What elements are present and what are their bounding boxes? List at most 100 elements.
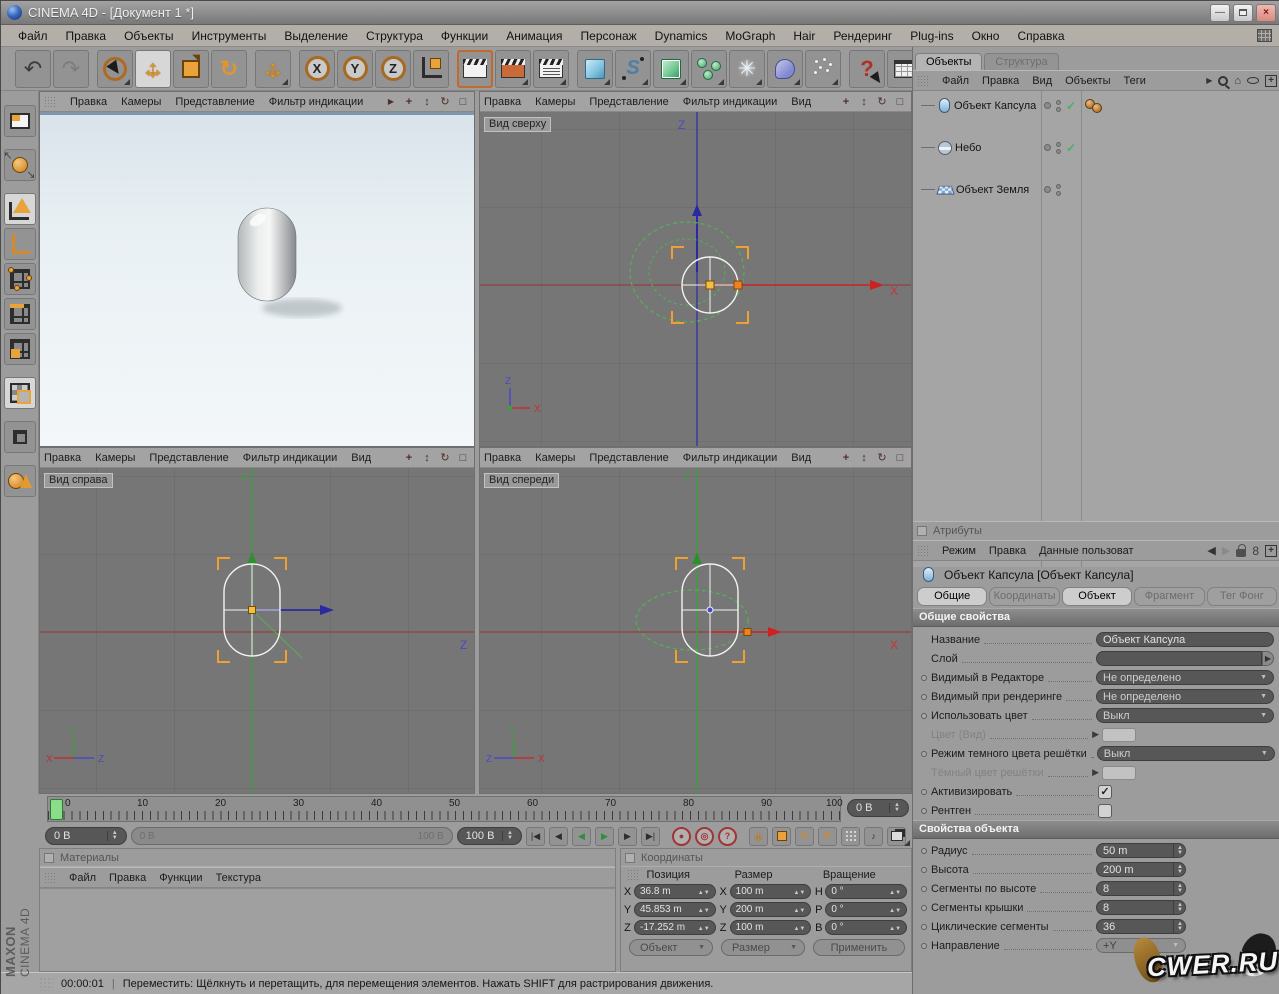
maximize-view-icon[interactable]: □: [456, 452, 470, 464]
range-end-field[interactable]: 100 B: [457, 827, 522, 845]
size-z-input[interactable]: 100 m: [730, 920, 812, 935]
layout-grid-button[interactable]: [4, 105, 36, 137]
height-segments-input[interactable]: 8: [1096, 881, 1186, 896]
rotate-view-icon[interactable]: ↻: [438, 95, 452, 108]
display-color-swatch[interactable]: [1102, 728, 1136, 742]
top-canvas[interactable]: Z X Z X Вид сверху: [480, 112, 911, 446]
keyframe-dot[interactable]: [921, 789, 927, 795]
keyframe-dot[interactable]: [921, 905, 927, 911]
keyframe-dot[interactable]: [921, 675, 927, 681]
materials-menu-file[interactable]: Файл: [69, 872, 96, 884]
autokey-button[interactable]: ◎: [695, 827, 714, 846]
menu-window[interactable]: Окно: [963, 27, 1009, 45]
lock-y-button[interactable]: Y: [337, 50, 373, 88]
particles-button[interactable]: [805, 50, 841, 88]
search-icon[interactable]: [1218, 76, 1228, 86]
lock-z-button[interactable]: Z: [375, 50, 411, 88]
move-handle-center[interactable]: [706, 281, 714, 289]
key-position-toggle[interactable]: ↔↕: [749, 827, 768, 846]
object-row-sky[interactable]: Небо ✓: [913, 137, 1279, 158]
spinner-icon[interactable]: [1173, 882, 1183, 895]
apply-button[interactable]: Применить: [813, 939, 905, 956]
rotate-view-icon[interactable]: ↻: [875, 95, 889, 108]
object-row-floor[interactable]: Объект Земля: [913, 179, 1279, 200]
layout-switch-icon[interactable]: [1257, 29, 1272, 42]
editor-visibility-dot[interactable]: [1056, 100, 1061, 105]
animation-mode-button[interactable]: [4, 465, 36, 497]
vp-menu-display[interactable]: Представление: [589, 452, 668, 464]
expand-arrow-icon[interactable]: ▶: [1092, 767, 1099, 778]
sound-toggle[interactable]: ♪: [864, 827, 883, 846]
render-view-button[interactable]: [457, 50, 493, 88]
attr-menu-mode[interactable]: Режим: [942, 545, 976, 557]
spinner-icon[interactable]: [793, 922, 805, 933]
pan-view-icon[interactable]: +: [402, 96, 416, 108]
spinner-icon[interactable]: [698, 922, 710, 933]
pan-view-icon[interactable]: +: [839, 96, 853, 108]
vp-menu-edit[interactable]: Правка: [70, 96, 107, 108]
live-selection-button[interactable]: [97, 50, 133, 88]
spinner-icon[interactable]: [502, 831, 513, 841]
dark-grid-dropdown[interactable]: Выкл: [1097, 746, 1275, 761]
position-x-input[interactable]: 36.8 m: [634, 884, 716, 899]
keyframe-dot[interactable]: [921, 713, 927, 719]
lock-icon[interactable]: [1236, 549, 1246, 557]
key-parameter-toggle[interactable]: P: [818, 827, 837, 846]
home-icon[interactable]: ⌂: [1234, 75, 1241, 87]
position-z-input[interactable]: -17.252 m: [634, 920, 716, 935]
chain-link-icon[interactable]: 8: [1252, 544, 1259, 558]
coordinate-system-button[interactable]: [413, 50, 449, 88]
drag-grip[interactable]: [44, 872, 56, 884]
deformer-button[interactable]: ✳: [729, 50, 765, 88]
move-handle-x[interactable]: [734, 281, 742, 289]
spinner-icon[interactable]: [793, 886, 805, 897]
current-frame-marker[interactable]: [50, 799, 63, 820]
menu-plugins[interactable]: Plug-ins: [901, 27, 962, 45]
spinner-icon[interactable]: [1173, 863, 1183, 876]
layer-field[interactable]: [1096, 651, 1262, 666]
primitive-cube-button[interactable]: [577, 50, 613, 88]
maximize-view-icon[interactable]: □: [893, 96, 907, 108]
zoom-view-icon[interactable]: ↕: [420, 452, 434, 464]
drag-grip[interactable]: [39, 977, 53, 991]
vp-menu-cameras[interactable]: Камеры: [95, 452, 135, 464]
vp-menu-display[interactable]: Представление: [589, 96, 668, 108]
visibility-icon[interactable]: [1247, 77, 1259, 84]
perspective-canvas[interactable]: [40, 112, 474, 446]
menu-overflow-icon[interactable]: ▶: [384, 97, 398, 106]
key-scale-toggle[interactable]: [772, 827, 791, 846]
move-handle-x[interactable]: [744, 629, 751, 636]
polygons-mode-button[interactable]: [4, 333, 36, 365]
new-panel-icon[interactable]: +: [1265, 75, 1277, 87]
model-mode-button[interactable]: [4, 193, 36, 225]
panel-icon[interactable]: [917, 526, 927, 536]
objects-menu-file[interactable]: Файл: [942, 75, 969, 87]
editor-visibility-dot[interactable]: [1056, 142, 1061, 147]
menu-help[interactable]: Справка: [1008, 27, 1073, 45]
enable-dot[interactable]: [1044, 186, 1051, 193]
attr-menu-edit[interactable]: Правка: [989, 545, 1026, 557]
menu-animation[interactable]: Анимация: [497, 27, 571, 45]
zoom-view-icon[interactable]: ↕: [857, 452, 871, 464]
tab-basic[interactable]: Общие: [917, 587, 987, 606]
range-start-field[interactable]: 0 B: [45, 827, 127, 845]
spline-button[interactable]: S: [615, 50, 651, 88]
timeline-window-button[interactable]: [887, 827, 906, 846]
maximize-view-icon[interactable]: □: [893, 452, 907, 464]
key-pla-toggle[interactable]: [841, 827, 860, 846]
attr-menu-userdata[interactable]: Данные пользоват: [1039, 545, 1133, 557]
zoom-view-icon[interactable]: ↕: [420, 96, 434, 108]
new-panel-icon[interactable]: +: [1265, 545, 1277, 557]
vp-menu-view[interactable]: Вид: [791, 96, 811, 108]
prev-frame-button[interactable]: ◀: [549, 827, 568, 846]
active-check-icon[interactable]: ✓: [1066, 141, 1076, 155]
menu-overflow-icon[interactable]: ▶: [1206, 76, 1212, 85]
materials-menu-edit[interactable]: Правка: [109, 872, 146, 884]
spinner-icon[interactable]: [1173, 901, 1183, 914]
objects-menu-tags[interactable]: Теги: [1124, 75, 1146, 87]
render-visibility-dot[interactable]: [1056, 149, 1061, 154]
viewport-top[interactable]: Правка Камеры Представление Фильтр индик…: [479, 91, 912, 447]
radius-input[interactable]: 50 m: [1096, 843, 1186, 858]
size-x-input[interactable]: 100 m: [730, 884, 812, 899]
spinner-icon[interactable]: [698, 904, 710, 915]
